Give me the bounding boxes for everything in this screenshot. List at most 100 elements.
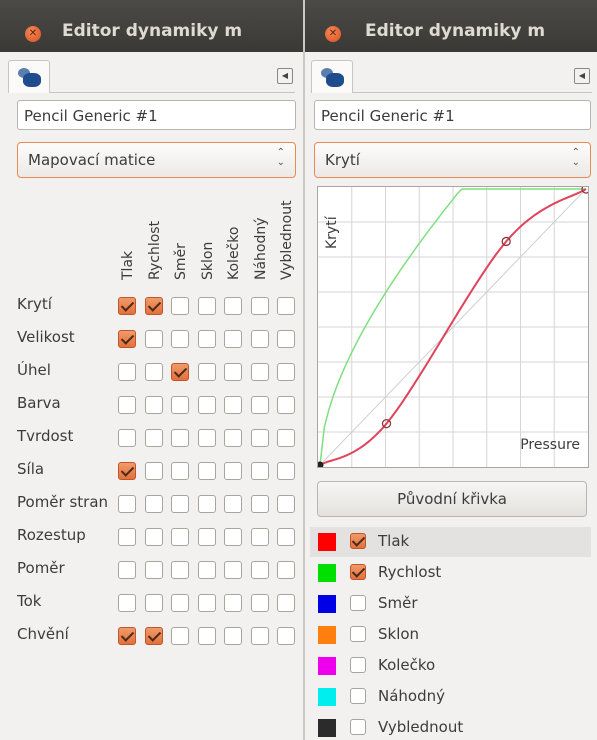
mapping-checkbox[interactable]	[118, 330, 136, 348]
mapping-checkbox[interactable]	[224, 330, 242, 348]
input-row[interactable]: Tlak	[310, 527, 591, 557]
mapping-checkbox[interactable]	[224, 561, 242, 579]
mapping-checkbox[interactable]	[171, 297, 189, 315]
mapping-checkbox[interactable]	[144, 462, 163, 480]
mapping-checkbox[interactable]	[224, 627, 242, 645]
mapping-checkbox[interactable]	[250, 330, 269, 348]
mapping-checkbox[interactable]	[171, 561, 189, 579]
mapping-checkbox[interactable]	[197, 528, 216, 546]
mapping-checkbox[interactable]	[197, 627, 216, 645]
mapping-checkbox[interactable]	[250, 594, 269, 612]
mapping-checkbox[interactable]	[171, 462, 189, 480]
close-icon[interactable]: ✕	[325, 26, 341, 42]
tab-menu-icon[interactable]: ◀	[277, 68, 293, 84]
mapping-checkbox[interactable]	[118, 495, 136, 513]
mapping-checkbox[interactable]	[224, 429, 242, 447]
mapping-checkbox[interactable]	[250, 462, 269, 480]
mapping-checkbox[interactable]	[224, 594, 242, 612]
mapping-checkbox[interactable]	[118, 528, 136, 546]
input-checkbox[interactable]	[350, 595, 366, 611]
mapping-checkbox[interactable]	[171, 528, 189, 546]
dynamics-name-field[interactable]: Pencil Generic #1	[17, 100, 296, 130]
mapping-checkbox[interactable]	[118, 561, 136, 579]
mapping-checkbox[interactable]	[144, 429, 163, 447]
mapping-checkbox[interactable]	[197, 297, 216, 315]
output-select[interactable]: Krytí ⌃ ⌄	[314, 142, 591, 178]
input-checkbox[interactable]	[350, 719, 366, 735]
mapping-checkbox[interactable]	[144, 528, 163, 546]
mapping-checkbox[interactable]	[144, 594, 163, 612]
mapping-checkbox[interactable]	[197, 363, 216, 381]
curve-graph[interactable]: Krytí Pressure	[316, 184, 591, 469]
mapping-checkbox[interactable]	[118, 627, 136, 645]
mapping-checkbox[interactable]	[197, 429, 216, 447]
mapping-checkbox[interactable]	[144, 363, 163, 381]
mapping-checkbox[interactable]	[197, 594, 216, 612]
mapping-checkbox[interactable]	[144, 330, 163, 348]
input-checkbox[interactable]	[350, 688, 366, 704]
mapping-checkbox[interactable]	[277, 528, 295, 546]
mapping-checkbox[interactable]	[171, 627, 189, 645]
mapping-checkbox[interactable]	[171, 429, 189, 447]
mapping-checkbox[interactable]	[250, 363, 269, 381]
mapping-checkbox[interactable]	[197, 330, 216, 348]
mapping-checkbox[interactable]	[277, 297, 295, 315]
mapping-checkbox[interactable]	[197, 462, 216, 480]
input-row[interactable]: Náhodný	[310, 682, 591, 712]
input-checkbox[interactable]	[350, 564, 366, 580]
mapping-checkbox[interactable]	[250, 561, 269, 579]
mapping-checkbox[interactable]	[224, 495, 242, 513]
input-row[interactable]: Rychlost	[310, 558, 591, 588]
tab-dynamics[interactable]	[8, 60, 50, 93]
input-row[interactable]: Směr	[310, 589, 591, 619]
mapping-checkbox[interactable]	[277, 396, 295, 414]
mapping-checkbox[interactable]	[144, 627, 163, 645]
mapping-checkbox[interactable]	[277, 495, 295, 513]
mapping-checkbox[interactable]	[118, 462, 136, 480]
mapping-checkbox[interactable]	[277, 594, 295, 612]
input-row[interactable]: Vyblednout	[310, 713, 591, 740]
mapping-checkbox[interactable]	[197, 561, 216, 579]
input-row[interactable]: Kolečko	[310, 651, 591, 681]
mapping-checkbox[interactable]	[277, 462, 295, 480]
mapping-checkbox[interactable]	[144, 297, 163, 315]
mapping-checkbox[interactable]	[118, 363, 136, 381]
dynamics-name-field[interactable]: Pencil Generic #1	[314, 100, 591, 130]
mapping-checkbox[interactable]	[224, 363, 242, 381]
mapping-checkbox[interactable]	[144, 396, 163, 414]
mapping-checkbox[interactable]	[250, 627, 269, 645]
mapping-checkbox[interactable]	[250, 429, 269, 447]
mapping-checkbox[interactable]	[197, 495, 216, 513]
input-checkbox[interactable]	[350, 533, 366, 549]
mapping-checkbox[interactable]	[277, 429, 295, 447]
tab-menu-icon[interactable]: ◀	[574, 68, 590, 84]
mapping-checkbox[interactable]	[250, 528, 269, 546]
mapping-checkbox[interactable]	[118, 396, 136, 414]
input-checkbox[interactable]	[350, 626, 366, 642]
mapping-checkbox[interactable]	[250, 396, 269, 414]
input-row[interactable]: Sklon	[310, 620, 591, 650]
mapping-checkbox[interactable]	[171, 363, 189, 381]
mapping-checkbox[interactable]	[171, 330, 189, 348]
mapping-checkbox[interactable]	[118, 297, 136, 315]
mapping-checkbox[interactable]	[224, 297, 242, 315]
mapping-checkbox[interactable]	[277, 330, 295, 348]
mapping-checkbox[interactable]	[224, 528, 242, 546]
mapping-checkbox[interactable]	[277, 561, 295, 579]
curve-view[interactable]: Krytí Pressure	[316, 184, 591, 469]
mapping-checkbox[interactable]	[197, 396, 216, 414]
tab-dynamics[interactable]	[311, 60, 353, 93]
mapping-checkbox[interactable]	[171, 396, 189, 414]
mapping-checkbox[interactable]	[250, 495, 269, 513]
mapping-checkbox[interactable]	[171, 594, 189, 612]
mapping-checkbox[interactable]	[224, 462, 242, 480]
mapping-checkbox[interactable]	[171, 495, 189, 513]
mapping-checkbox[interactable]	[250, 297, 269, 315]
view-mode-select[interactable]: Mapovací matice ⌃ ⌄	[17, 142, 296, 178]
reset-curve-button[interactable]: Původní křivka	[317, 481, 587, 517]
close-icon[interactable]: ✕	[25, 26, 41, 42]
mapping-checkbox[interactable]	[144, 561, 163, 579]
mapping-checkbox[interactable]	[118, 594, 136, 612]
mapping-checkbox[interactable]	[277, 363, 295, 381]
mapping-checkbox[interactable]	[224, 396, 242, 414]
